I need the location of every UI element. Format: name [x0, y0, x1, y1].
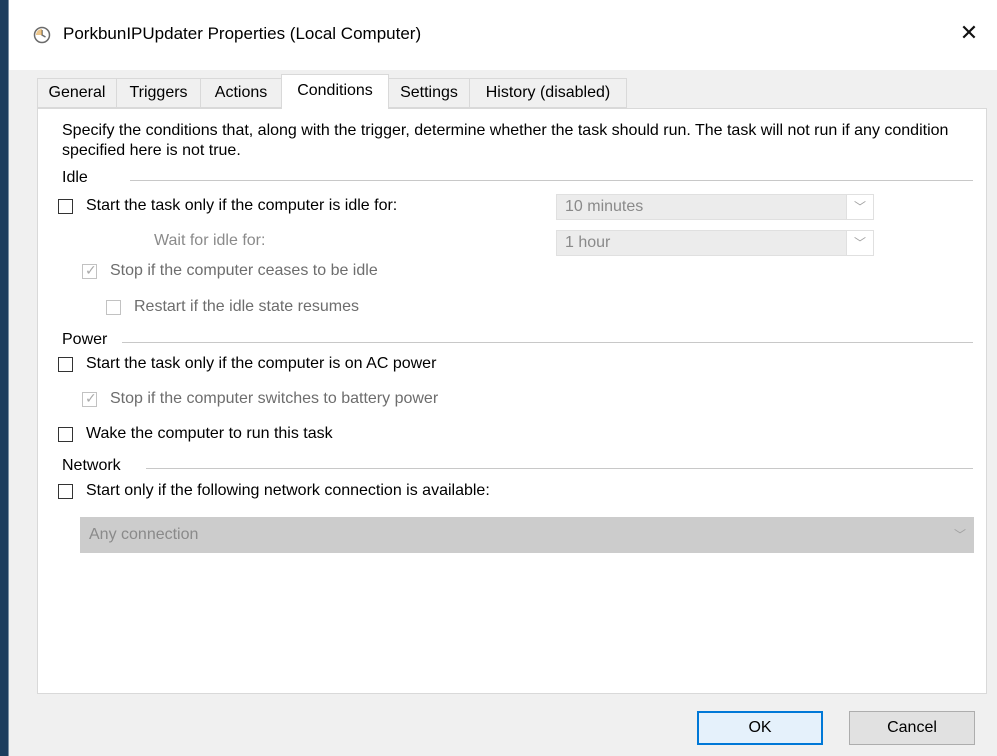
chevron-down-icon: ﹀	[846, 195, 873, 219]
checkmark-icon: ✓	[85, 390, 97, 406]
window-title: PorkbunIPUpdater Properties (Local Compu…	[63, 24, 422, 43]
stop-on-battery-checkbox[interactable]: ✓	[82, 390, 97, 407]
tab-actions[interactable]: Actions	[200, 78, 282, 108]
idle-divider	[130, 180, 973, 181]
network-group-label: Network	[62, 457, 121, 474]
ac-power-checkbox[interactable]	[58, 357, 73, 372]
stop-on-battery-label: Stop if the computer switches to battery…	[110, 390, 439, 407]
power-group-label: Power	[62, 331, 108, 348]
start-if-idle-label: Start the task only if the computer is i…	[86, 197, 398, 214]
idle-duration-value: 10 minutes	[565, 198, 644, 215]
tab-conditions[interactable]: Conditions	[281, 74, 389, 109]
checkmark-icon: ✓	[85, 262, 97, 278]
stop-if-not-idle-checkbox[interactable]: ✓	[82, 262, 97, 279]
close-button[interactable]: ✕	[941, 10, 997, 56]
tab-history[interactable]: History (disabled)	[469, 78, 627, 108]
ac-power-label: Start the task only if the computer is o…	[86, 355, 437, 372]
wait-for-idle-label: Wait for idle for:	[154, 232, 266, 249]
conditions-description: Specify the conditions that, along with …	[62, 122, 949, 159]
network-available-checkbox[interactable]	[58, 484, 73, 499]
chevron-down-icon: ﹀	[953, 528, 966, 542]
tab-general[interactable]: General	[37, 78, 117, 108]
network-connection-value: Any connection	[89, 526, 199, 543]
wake-computer-label: Wake the computer to run this task	[86, 425, 333, 442]
properties-dialog: PorkbunIPUpdater Properties (Local Compu…	[8, 0, 997, 756]
ok-button[interactable]: OK	[697, 711, 823, 745]
restart-if-idle-label: Restart if the idle state resumes	[134, 298, 359, 315]
tab-triggers[interactable]: Triggers	[116, 78, 201, 108]
conditions-panel: Specify the conditions that, along with …	[37, 108, 987, 694]
chevron-down-icon: ﹀	[846, 231, 873, 255]
power-divider	[122, 342, 973, 343]
title-bar[interactable]: PorkbunIPUpdater Properties (Local Compu…	[9, 0, 997, 70]
tab-settings[interactable]: Settings	[388, 78, 470, 108]
network-available-label: Start only if the following network conn…	[86, 482, 490, 499]
restart-if-idle-checkbox[interactable]	[106, 300, 121, 315]
wait-duration-select[interactable]: 1 hour ﹀	[556, 230, 874, 256]
network-divider	[146, 468, 973, 469]
network-connection-select[interactable]: Any connection ﹀	[80, 517, 974, 553]
idle-group-label: Idle	[62, 169, 88, 186]
wait-duration-value: 1 hour	[565, 234, 611, 251]
idle-duration-select[interactable]: 10 minutes ﹀	[556, 194, 874, 220]
stop-if-not-idle-label: Stop if the computer ceases to be idle	[110, 262, 378, 279]
clock-icon	[33, 26, 51, 44]
start-if-idle-checkbox[interactable]	[58, 199, 73, 214]
wake-computer-checkbox[interactable]	[58, 427, 73, 442]
close-icon: ✕	[959, 20, 979, 45]
cancel-button[interactable]: Cancel	[849, 711, 975, 745]
